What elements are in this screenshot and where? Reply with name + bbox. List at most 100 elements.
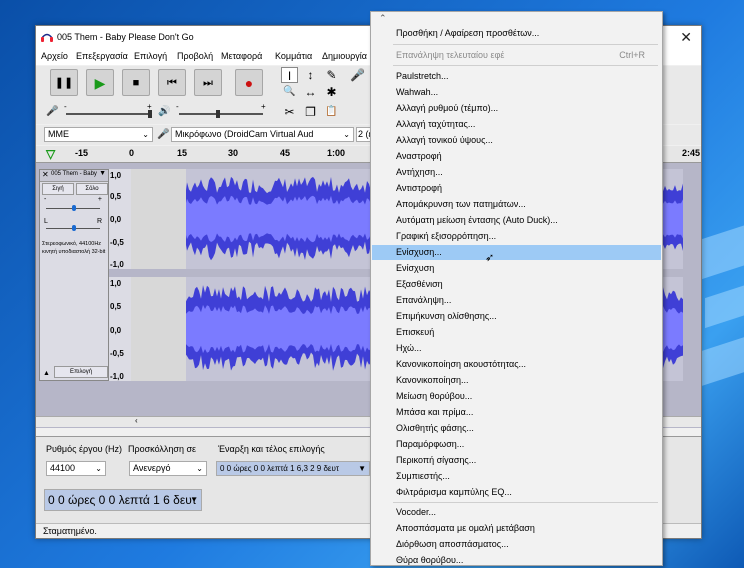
- scale-label: -1,0: [110, 372, 124, 381]
- effects-menu-item[interactable]: Απομάκρυνση των πατημάτων...: [372, 197, 661, 212]
- menu-item-label: Μείωση θορύβου...: [396, 391, 473, 401]
- menu-item-label: Αλλαγή τονικού ύψους...: [396, 135, 493, 145]
- effects-menu-item[interactable]: Αλλαγή ταχύτητας...: [372, 117, 661, 132]
- track-select-button[interactable]: Επιλογή: [54, 366, 108, 378]
- effects-menu-item[interactable]: Γραφική εξισορρόπηση...: [372, 229, 661, 244]
- input-minus-label: -: [64, 102, 67, 111]
- effects-menu-item[interactable]: Αναστροφή: [372, 149, 661, 164]
- effects-menu-item[interactable]: Vocoder...: [372, 505, 661, 520]
- effects-menu-item[interactable]: Εξασθένιση: [372, 277, 661, 292]
- output-volume-slider[interactable]: [179, 110, 263, 118]
- menu-file[interactable]: Αρχείο: [41, 51, 68, 61]
- menu-edit[interactable]: Επεξεργασία: [76, 51, 128, 61]
- multi-tool[interactable]: ✱: [323, 84, 340, 100]
- effects-menu-item[interactable]: Επιμήκυνση ολίσθησης...: [372, 309, 661, 324]
- menu-item-label: Ενίσχυση: [396, 263, 435, 273]
- effects-menu-item[interactable]: Προσθήκη / Αφαίρεση προσθέτων...: [372, 26, 661, 41]
- effects-menu-item[interactable]: Αποσπάσματα με ομαλή μετάβαση: [372, 521, 661, 536]
- snap-to-dropdown[interactable]: Ανενεργό ⌄: [129, 461, 207, 476]
- ruler-tick: 1:00: [327, 148, 346, 158]
- ruler-tick: 45: [280, 148, 291, 158]
- solo-button[interactable]: Σόλο: [76, 183, 108, 195]
- effects-menu-item[interactable]: Wahwah...: [372, 85, 661, 100]
- effects-menu-item[interactable]: Κανονικοποίηση ακουστότητας...: [372, 357, 661, 372]
- pause-button[interactable]: ❚❚: [50, 69, 78, 96]
- ruler-tick: 30: [228, 148, 239, 158]
- scale-label: -0,5: [110, 238, 124, 247]
- effects-menu-item[interactable]: Κανονικοποίηση...: [372, 373, 661, 388]
- menu-generate[interactable]: Δημιουργία: [322, 51, 367, 61]
- collapse-track-icon[interactable]: ▲: [43, 370, 50, 377]
- effects-menu-item[interactable]: Ολισθητής φάσης...: [372, 421, 661, 436]
- envelope-tool[interactable]: ↕: [302, 67, 319, 83]
- zoom-tool[interactable]: 🔍: [281, 84, 298, 100]
- menu-transport[interactable]: Μεταφορά: [221, 51, 262, 61]
- pan-slider[interactable]: [46, 225, 100, 231]
- audio-host-dropdown[interactable]: MME ⌄: [44, 127, 153, 142]
- menu-tracks[interactable]: Κομμάτια: [275, 51, 312, 61]
- input-volume-slider[interactable]: [66, 110, 152, 118]
- skip-to-start-button[interactable]: ⏮: [158, 69, 186, 96]
- effects-menu-item[interactable]: Ενίσχυση...: [372, 245, 661, 260]
- effects-menu-item[interactable]: Αλλαγή ρυθμού (τέμπο)...: [372, 101, 661, 116]
- ruler-tick: -15: [75, 148, 89, 158]
- effects-menu-item[interactable]: Συμπιεστής...: [372, 469, 661, 484]
- menu-item-label: Γραφική εξισορρόπηση...: [396, 231, 497, 241]
- paste-icon[interactable]: 📋: [323, 104, 340, 120]
- waveform-unselected-region: [131, 277, 186, 381]
- play-head-triangle-icon[interactable]: ▽: [46, 147, 55, 161]
- recording-device-dropdown[interactable]: Μικρόφωνο (DroidCam Virtual Aud ⌄: [171, 127, 354, 142]
- output-minus-label: -: [176, 102, 179, 111]
- draw-tool[interactable]: ✎: [323, 67, 340, 83]
- effects-menu-item[interactable]: Ενίσχυση: [372, 261, 661, 276]
- project-rate-label: Ρυθμός έργου (Hz): [46, 444, 123, 454]
- menu-item-label: Ολισθητής φάσης...: [396, 423, 474, 433]
- effects-menu-item[interactable]: Περικοπή σίγασης...: [372, 453, 661, 468]
- menu-separator: [393, 65, 658, 66]
- track-menu-arrow-icon[interactable]: ▼: [99, 170, 106, 177]
- menu-item-shortcut: Ctrl+R: [619, 50, 645, 60]
- audio-position-field[interactable]: 0 0 ώρες 0 0 λεπτά 1 6 δευτ ▼: [44, 489, 202, 511]
- effects-menu-item[interactable]: Αυτόματη μείωση έντασης (Auto Duck)...: [372, 213, 661, 228]
- selection-start-field[interactable]: 0 0 ώρες 0 0 λεπτά 1 6,3 2 9 δευτ ▼: [216, 461, 370, 476]
- ruler-end-time: 2:45: [682, 148, 701, 158]
- menu-view[interactable]: Προβολή: [177, 51, 213, 61]
- scale-label: -1,0: [110, 260, 124, 269]
- menu-item-label: Αποσπάσματα με ομαλή μετάβαση: [396, 523, 535, 533]
- effects-menu-item[interactable]: Διόρθωση αποσπάσματος...: [372, 537, 661, 552]
- close-button[interactable]: ✕: [680, 29, 692, 46]
- effects-menu-item[interactable]: Αλλαγή τονικού ύψους...: [372, 133, 661, 148]
- scale-label: 0,5: [110, 192, 122, 201]
- stop-button[interactable]: ■: [122, 69, 150, 96]
- effects-menu-item[interactable]: Θύρα θορύβου...: [372, 553, 661, 568]
- effects-menu-item[interactable]: Μείωση θορύβου...: [372, 389, 661, 404]
- effects-menu-item[interactable]: Επανάληψη...: [372, 293, 661, 308]
- play-button[interactable]: ▶: [86, 69, 114, 96]
- effects-menu-item[interactable]: Paulstretch...: [372, 69, 661, 84]
- effects-menu-item[interactable]: Αντιστροφή: [372, 181, 661, 196]
- track-close-icon[interactable]: ✕: [42, 170, 49, 179]
- effects-menu-item[interactable]: Παραμόρφωση...: [372, 437, 661, 452]
- menu-select[interactable]: Επιλογή: [134, 51, 167, 61]
- record-button[interactable]: ●: [235, 69, 263, 96]
- effects-menu-item[interactable]: Ηχώ...: [372, 341, 661, 356]
- effects-menu-item[interactable]: Αντήχηση...: [372, 165, 661, 180]
- copy-icon[interactable]: ❐: [302, 104, 319, 120]
- menu-item-label: Ηχώ...: [396, 343, 422, 353]
- window-title: 005 Them - Baby Please Don't Go: [57, 32, 194, 42]
- menu-item-label: Περικοπή σίγασης...: [396, 455, 477, 465]
- mute-button[interactable]: Σιγή: [42, 183, 74, 195]
- effects-menu-item[interactable]: Φιλτράρισμα καμπύλης EQ...: [372, 485, 661, 500]
- effects-menu-item[interactable]: Επισκευή: [372, 325, 661, 340]
- gain-slider[interactable]: [46, 205, 100, 211]
- skip-to-end-button[interactable]: ⏭: [194, 69, 222, 96]
- selection-tool[interactable]: I: [281, 67, 298, 83]
- effects-menu-item[interactable]: Μπάσα και πρίμα...: [372, 405, 661, 420]
- cut-icon[interactable]: ✂: [281, 104, 298, 120]
- menu-scroll-up-icon[interactable]: ⌃: [379, 13, 387, 24]
- track-name[interactable]: 005 Them - Baby: [51, 171, 97, 177]
- recording-device-icon: 🎤: [157, 129, 170, 140]
- time-shift-tool[interactable]: ↔: [302, 84, 319, 100]
- vertical-scale-left: 1,0 0,5 0,0 -0,5 -1,0: [109, 169, 131, 269]
- project-rate-dropdown[interactable]: 44100 ⌄: [46, 461, 106, 476]
